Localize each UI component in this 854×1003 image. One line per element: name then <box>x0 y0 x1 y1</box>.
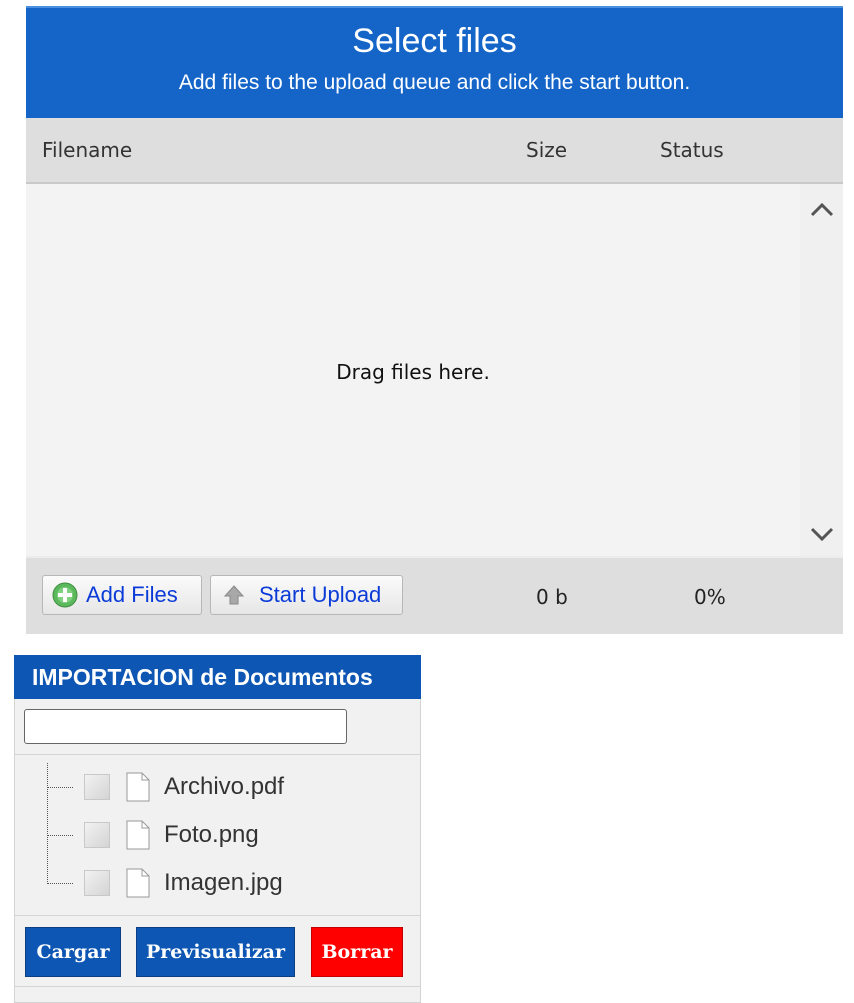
tree-checkbox[interactable] <box>84 822 110 848</box>
import-panel: IMPORTACION de Documentos Archivo.pdf Fo… <box>14 655 421 1003</box>
total-size: 0 b <box>536 585 568 609</box>
tree-item-label: Imagen.jpg <box>164 869 283 896</box>
tree-checkbox[interactable] <box>84 774 110 800</box>
upload-arrow-icon <box>221 582 247 608</box>
search-row <box>15 699 420 755</box>
uploader-footer: Add Files Start Upload 0 b 0% <box>26 556 843 634</box>
chevron-up-icon[interactable] <box>808 196 836 224</box>
column-size: Size <box>526 138 568 162</box>
tree-item-label: Archivo.pdf <box>164 773 285 800</box>
tree-item[interactable]: Foto.png <box>47 811 407 859</box>
search-input[interactable] <box>24 709 347 744</box>
cargar-button[interactable]: Cargar <box>25 927 121 977</box>
add-files-label: Add Files <box>86 582 178 607</box>
file-icon <box>126 820 150 850</box>
file-tree: Archivo.pdf Foto.png Imagen.jpg <box>15 755 420 916</box>
start-upload-label: Start Upload <box>259 582 382 607</box>
tree-checkbox[interactable] <box>84 870 110 896</box>
file-icon <box>126 868 150 898</box>
tree-item[interactable]: Imagen.jpg <box>47 859 407 907</box>
add-files-button[interactable]: Add Files <box>42 575 202 615</box>
import-actions: Cargar Previsualizar Borrar <box>15 916 420 987</box>
file-list-header: Filename Size Status <box>26 118 843 184</box>
tree-item[interactable]: Archivo.pdf <box>47 763 407 811</box>
column-filename: Filename <box>42 138 133 162</box>
column-status: Status <box>660 138 724 162</box>
chevron-down-icon[interactable] <box>808 520 836 548</box>
file-list-scrollbar[interactable] <box>800 184 843 556</box>
drop-zone-text: Drag files here. <box>336 360 490 384</box>
import-panel-title: IMPORTACION de Documentos <box>14 655 421 699</box>
start-upload-button[interactable]: Start Upload <box>210 575 403 615</box>
add-circle-icon <box>52 582 78 608</box>
tree-item-label: Foto.png <box>164 821 259 848</box>
file-icon <box>126 772 150 802</box>
uploader-header: Select files Add files to the upload que… <box>26 6 843 118</box>
uploader-title: Select files <box>352 22 517 60</box>
previsualizar-button[interactable]: Previsualizar <box>136 927 295 977</box>
uploader-subtitle: Add files to the upload queue and click … <box>178 71 691 94</box>
drop-zone[interactable]: Drag files here. <box>26 184 800 556</box>
tree-branch <box>47 786 73 788</box>
tree-branch <box>47 882 73 884</box>
tree-branch <box>47 834 73 836</box>
file-uploader: Select files Add files to the upload que… <box>26 6 843 634</box>
borrar-button[interactable]: Borrar <box>311 927 403 977</box>
upload-progress: 0% <box>694 585 726 609</box>
